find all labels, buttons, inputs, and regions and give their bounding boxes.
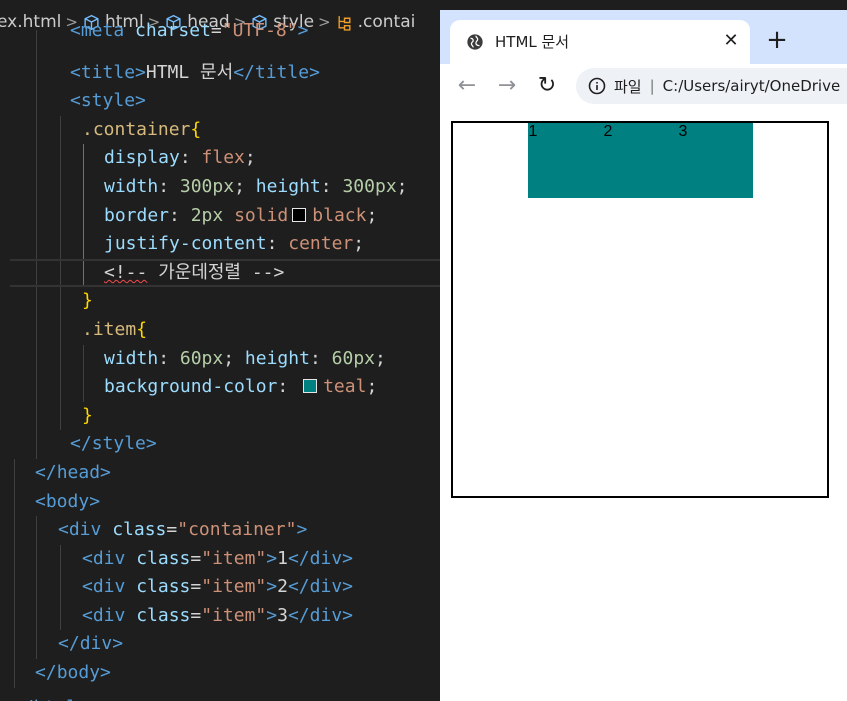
tab-title: HTML 문서	[495, 33, 570, 51]
code-line: border: 2px solid black;	[0, 201, 440, 231]
code-line: <title>HTML 문서</title>	[0, 58, 440, 88]
forward-button[interactable]: →	[492, 73, 522, 99]
reload-button[interactable]: ↻	[532, 73, 562, 99]
breadcrumb-file[interactable]: ex.html	[0, 12, 61, 32]
code-line: justify-content: center;	[0, 230, 440, 259]
page-viewport: 1 2 3	[440, 110, 847, 701]
code-line: <div class="container">	[0, 516, 440, 545]
address-bar[interactable]: 파일 | C:/Users/airyt/OneDrive	[576, 68, 847, 104]
chevron-right-icon: >	[318, 13, 331, 31]
breadcrumb-container[interactable]: .contai	[336, 12, 416, 32]
tab-strip: HTML 문서 ✕ +	[440, 10, 847, 64]
code-line: display: flex;	[0, 144, 440, 173]
url-text[interactable]: C:/Users/airyt/OneDrive	[663, 77, 841, 95]
code-line: </body>	[0, 659, 440, 688]
site-label: 파일	[614, 77, 642, 96]
code-line: <div class="item">2</div>	[0, 573, 440, 602]
breadcrumb-file-label: ex.html	[0, 12, 62, 32]
code-line: width: 60px; height: 60px;	[0, 344, 440, 374]
close-icon[interactable]: ✕	[720, 30, 742, 52]
color-swatch-black[interactable]	[292, 207, 307, 222]
code-line: <body>	[0, 487, 440, 517]
symbol-icon	[338, 15, 351, 31]
browser-toolbar: ← → ↻ 파일 | C:/Users/airyt/OneDrive	[440, 64, 847, 110]
code-line: }	[0, 401, 440, 431]
tab-html-document[interactable]: HTML 문서 ✕	[450, 20, 750, 64]
code-editor[interactable]: ex.html > html > head > style > .contai …	[0, 0, 440, 701]
code-line: </div>	[0, 630, 440, 660]
color-swatch-teal[interactable]	[303, 379, 318, 394]
code-line: <meta charset="UTF-8">	[0, 20, 440, 59]
code-line: }	[0, 287, 440, 316]
flex-item: 1	[527, 123, 603, 198]
breadcrumb-container-label: .contai	[357, 12, 416, 32]
code-line: .container{	[0, 115, 440, 145]
flex-item: 3	[677, 123, 753, 198]
code-line: </html>	[0, 688, 440, 701]
back-button[interactable]: ←	[452, 73, 482, 99]
new-tab-button[interactable]: +	[763, 27, 791, 55]
code-line: </style>	[0, 430, 440, 459]
flex-container: 1 2 3	[451, 121, 829, 498]
code-line: background-color: teal;	[0, 373, 440, 402]
code-line: </head>	[0, 458, 440, 488]
code-line: <div class="item">1</div>	[0, 544, 440, 574]
code-line-current: <!-- 가운데정렬 -->	[10, 258, 440, 288]
flex-item: 2	[602, 123, 678, 198]
info-icon[interactable]	[588, 77, 606, 95]
code-line: width: 300px; height: 300px;	[0, 172, 440, 202]
code-line: <style>	[0, 87, 440, 116]
code-lines[interactable]: <meta charset="UTF-8"> <title>HTML 문서</t…	[0, 20, 440, 701]
globe-icon	[467, 34, 483, 50]
code-line: .item{	[0, 315, 440, 345]
address-separator: |	[649, 77, 655, 95]
code-line: <div class="item">3</div>	[0, 601, 440, 631]
browser-window: HTML 문서 ✕ + ← → ↻ 파일 | C:/Users/airyt/On…	[440, 10, 847, 701]
